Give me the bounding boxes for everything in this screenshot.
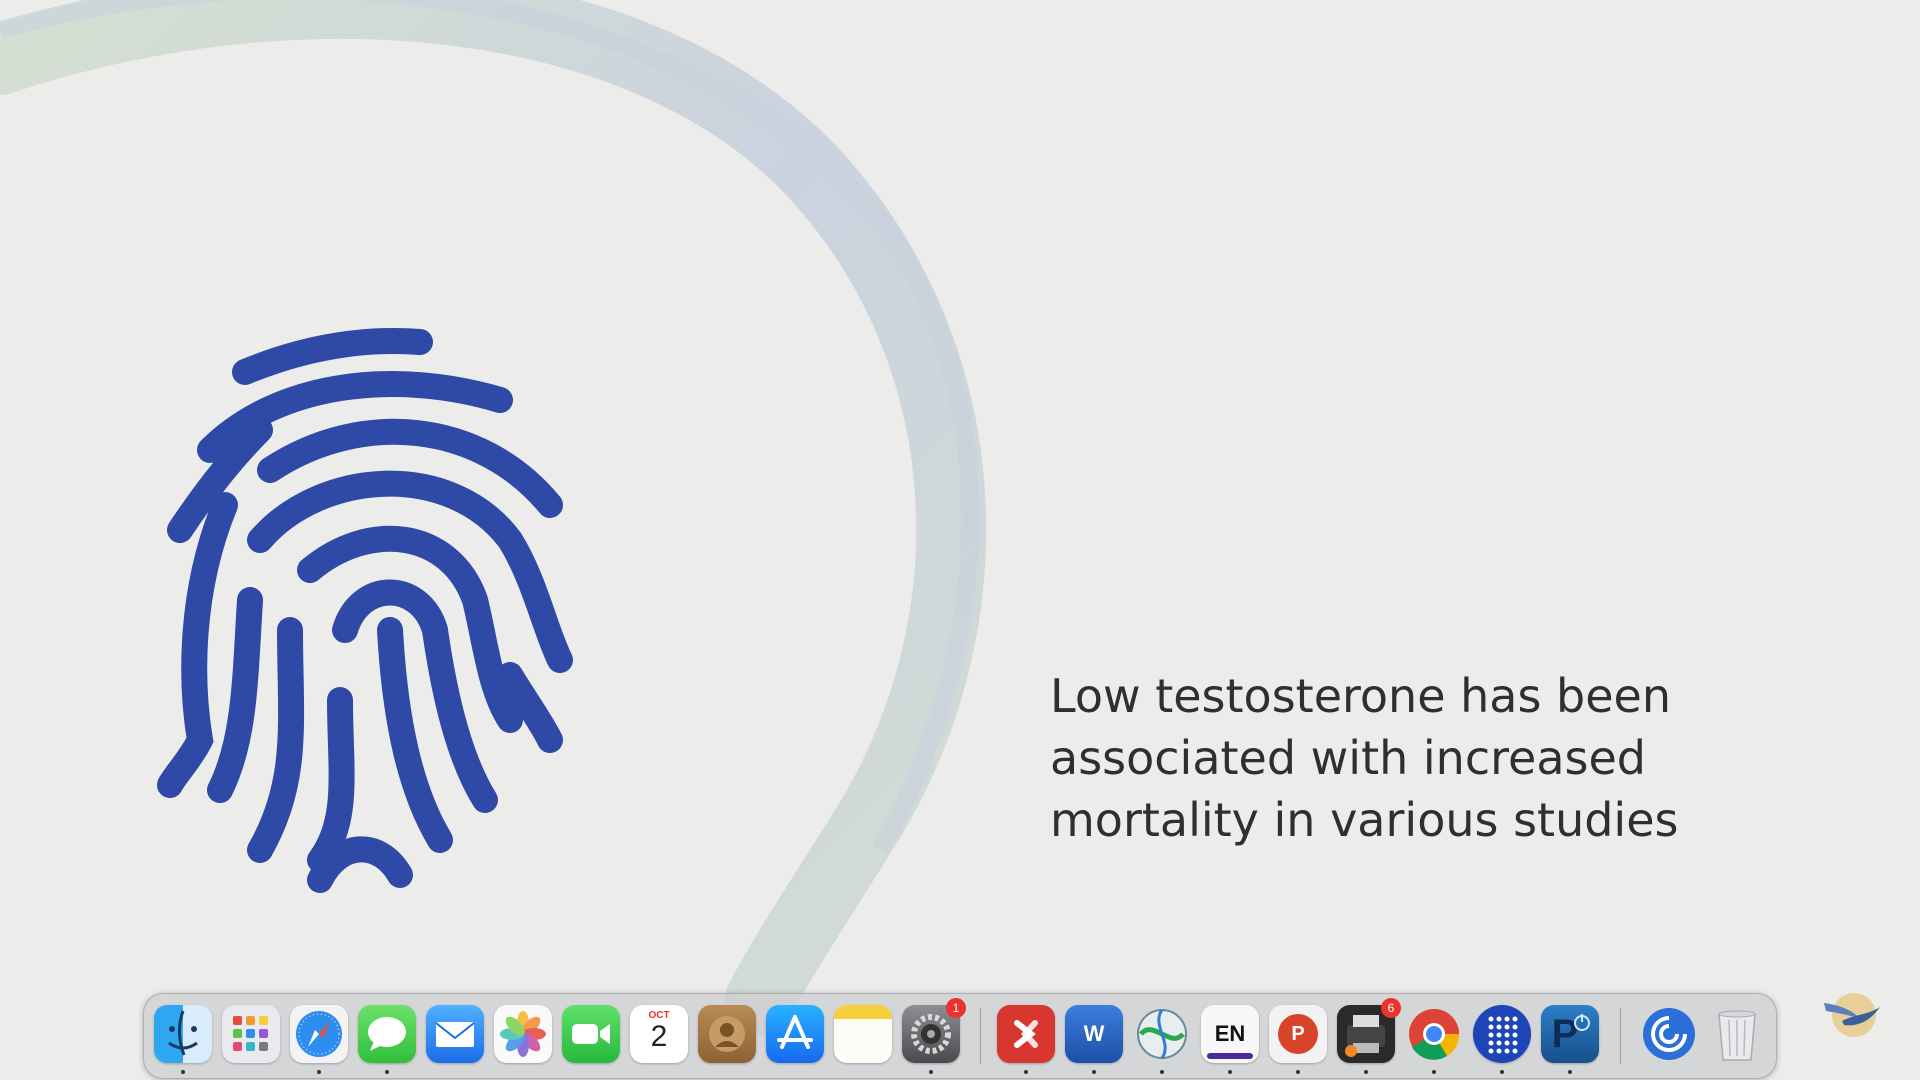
finder-icon[interactable] bbox=[154, 1005, 212, 1074]
chrome-icon[interactable] bbox=[1405, 1005, 1463, 1074]
language-icon[interactable]: EN bbox=[1201, 1005, 1259, 1074]
running-indicator bbox=[1228, 1070, 1232, 1074]
safari-icon[interactable] bbox=[290, 1005, 348, 1074]
running-indicator bbox=[1092, 1070, 1096, 1074]
running-indicator bbox=[1568, 1070, 1572, 1074]
app-store-icon[interactable] bbox=[766, 1005, 824, 1063]
photos-icon[interactable] bbox=[494, 1005, 552, 1063]
word-icon[interactable]: W bbox=[1065, 1005, 1123, 1074]
slide-body-text: Low testosterone has been associated wit… bbox=[1050, 665, 1750, 851]
mail-icon[interactable] bbox=[426, 1005, 484, 1063]
contacts-icon[interactable] bbox=[698, 1005, 756, 1063]
bird-logo-icon bbox=[1824, 993, 1880, 1037]
downloads-stack-icon[interactable] bbox=[1640, 1005, 1698, 1063]
powerpoint-icon[interactable]: P bbox=[1269, 1005, 1327, 1074]
slide-canvas: Low testosterone has been associated wit… bbox=[0, 0, 1920, 1080]
printer-icon[interactable]: 6 bbox=[1337, 998, 1401, 1074]
remote-desktop-icon[interactable] bbox=[997, 1005, 1055, 1074]
slide-text-line: Low testosterone has been bbox=[1050, 669, 1671, 723]
launchpad-icon[interactable] bbox=[222, 1005, 280, 1063]
running-indicator bbox=[929, 1070, 933, 1074]
calendar-day: 2 bbox=[650, 1020, 668, 1053]
notes-icon[interactable] bbox=[834, 1005, 892, 1063]
notes-header-strip bbox=[834, 1005, 892, 1019]
running-indicator bbox=[181, 1070, 185, 1074]
power-app-icon[interactable]: P bbox=[1541, 1005, 1599, 1074]
messages-icon[interactable] bbox=[358, 1005, 416, 1074]
dock-separator bbox=[1620, 1008, 1621, 1064]
fingerprint-icon bbox=[157, 327, 573, 893]
settings-icon[interactable]: 1 bbox=[902, 998, 966, 1074]
language-underline bbox=[1207, 1053, 1253, 1059]
powerpoint-label: P bbox=[1291, 1022, 1305, 1045]
running-indicator bbox=[317, 1070, 321, 1074]
slide-text-line: associated with increased bbox=[1050, 731, 1646, 785]
running-indicator bbox=[1364, 1070, 1368, 1074]
word-label: W bbox=[1083, 1021, 1105, 1046]
notification-badge: 6 bbox=[1381, 998, 1401, 1018]
running-indicator bbox=[385, 1070, 389, 1074]
running-indicator bbox=[1160, 1070, 1164, 1074]
running-indicator bbox=[1500, 1070, 1504, 1074]
running-indicator bbox=[1024, 1070, 1028, 1074]
running-indicator bbox=[1432, 1070, 1436, 1074]
language-label: EN bbox=[1214, 1021, 1246, 1046]
dock: OCT 2 1 W EN P 6 P bbox=[143, 993, 1777, 1079]
dock-separator bbox=[980, 1008, 981, 1064]
facetime-icon[interactable] bbox=[562, 1005, 620, 1063]
notification-badge: 1 bbox=[946, 998, 966, 1018]
calendar-icon[interactable]: OCT 2 bbox=[630, 1005, 688, 1063]
dots-app-icon[interactable] bbox=[1473, 1005, 1531, 1074]
running-indicator bbox=[1296, 1070, 1300, 1074]
trash-icon[interactable] bbox=[1708, 1005, 1766, 1063]
network-globe-icon[interactable] bbox=[1133, 1005, 1191, 1074]
slide-text-line: mortality in various studies bbox=[1050, 793, 1679, 847]
